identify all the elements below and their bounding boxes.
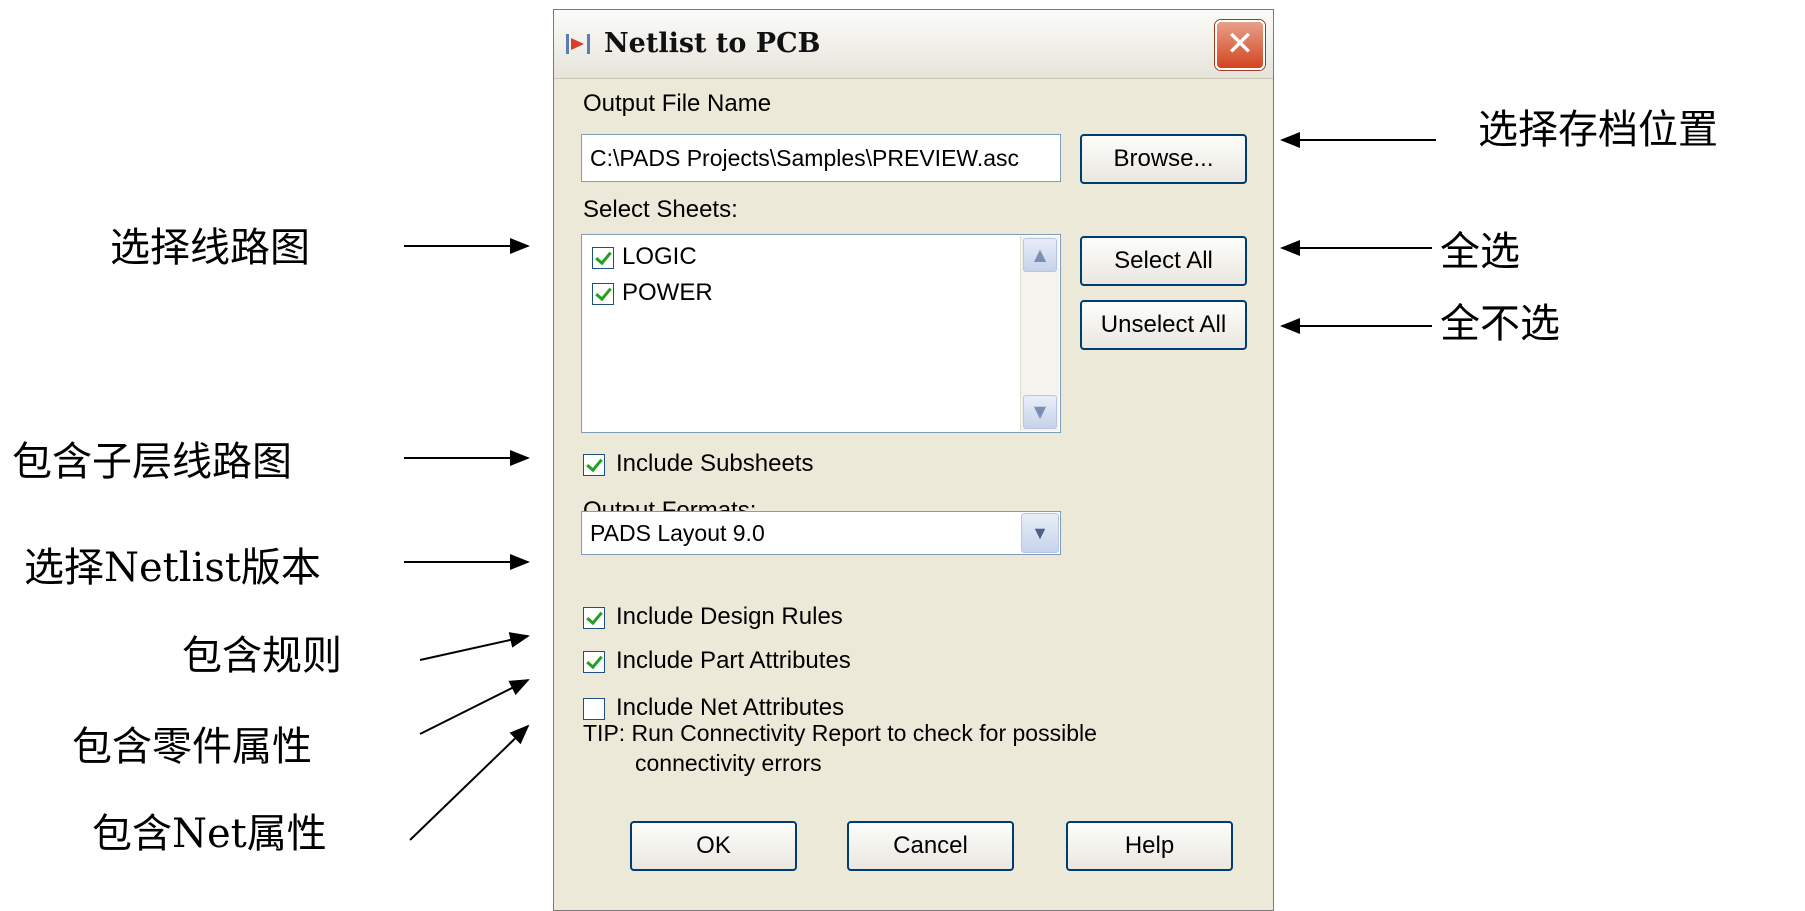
arrow-net-attributes [409,724,530,841]
sheet-label-logic: LOGIC [622,243,697,270]
scroll-down-icon[interactable]: ▼ [1023,395,1057,429]
include-part-attributes-label: Include Part Attributes [616,647,851,674]
sheet-checkbox-logic[interactable] [592,247,614,269]
sheet-checkbox-power[interactable] [592,283,614,305]
sheets-listbox[interactable]: LOGIC POWER ▲ ▼ [581,234,1061,433]
dialog-title: Netlist to PCB [604,28,821,59]
include-net-attributes-checkbox[interactable] [583,698,605,720]
browse-button[interactable]: Browse... [1080,134,1247,184]
sheets-scrollbar[interactable]: ▲ ▼ [1020,236,1059,431]
netlist-to-pcb-dialog: Netlist to PCB ✕ Output File Name C:\PAD… [553,9,1274,911]
app-icon [566,34,590,54]
include-subsheets-label: Include Subsheets [616,450,814,477]
close-button[interactable]: ✕ [1215,20,1265,70]
arrow-part-attributes [419,679,530,735]
output-file-label: Output File Name [583,90,772,117]
include-subsheets-checkbox[interactable] [583,454,605,476]
output-file-input[interactable]: C:\PADS Projects\Samples\PREVIEW.asc [581,134,1061,182]
tip-line-1: TIP: Run Connectivity Report to check fo… [583,720,1097,746]
ok-button[interactable]: OK [630,821,797,871]
cancel-button[interactable]: Cancel [847,821,1014,871]
output-format-select[interactable]: PADS Layout 9.0 ▼ [581,511,1061,555]
arrow-design-rules [419,632,530,661]
scroll-up-icon[interactable]: ▲ [1023,238,1057,272]
chevron-down-icon[interactable]: ▼ [1021,513,1059,553]
title-bar[interactable]: Netlist to PCB ✕ [554,10,1273,79]
tip-line-2: connectivity errors [635,750,822,776]
help-button[interactable]: Help [1066,821,1233,871]
sheet-label-power: POWER [622,279,713,306]
include-design-rules-checkbox[interactable] [583,607,605,629]
select-sheets-label: Select Sheets: [583,196,738,223]
tip-text: TIP: Run Connectivity Report to check fo… [583,718,1097,778]
output-format-value: PADS Layout 9.0 [590,520,765,546]
include-part-attributes-checkbox[interactable] [583,651,605,673]
include-design-rules-label: Include Design Rules [616,603,843,630]
select-all-button[interactable]: Select All [1080,236,1247,286]
unselect-all-button[interactable]: Unselect All [1080,300,1247,350]
